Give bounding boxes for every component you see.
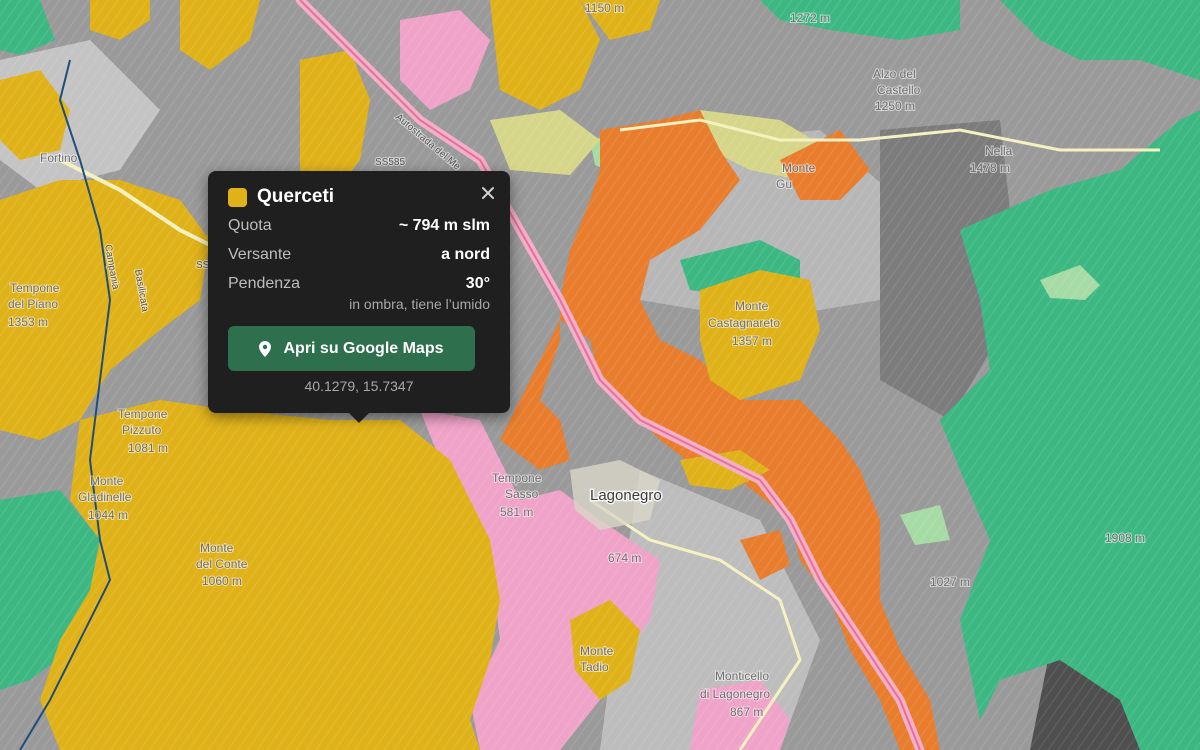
elevation-label: 1027 m — [930, 575, 970, 589]
popup-title: Querceti — [257, 186, 335, 207]
peak-label: Monte — [90, 474, 124, 488]
peak-label: Tempone — [10, 281, 60, 295]
peak-label: Castello — [877, 83, 921, 97]
peak-label: Alzo del — [873, 67, 916, 81]
peak-label: Monte — [200, 541, 234, 555]
elevation-label: 1060 m — [202, 574, 242, 588]
place-label: Monticello — [715, 669, 769, 683]
row-value: a nord — [441, 246, 490, 263]
peak-label: Pizzuto — [122, 423, 162, 437]
popup-header: Querceti — [228, 185, 490, 209]
slope-row: Pendenza 30° — [228, 272, 490, 296]
elevation-label: 1044 m — [88, 508, 128, 522]
elevation-label: 867 m — [730, 705, 763, 719]
peak-label: Nella — [985, 144, 1013, 158]
town-label: Lagonegro — [590, 487, 662, 504]
peak-label: del Conte — [196, 557, 248, 571]
row-label: Pendenza — [228, 275, 301, 292]
button-label: Apri su Google Maps — [283, 339, 444, 357]
elevation-label: 1908 m — [1105, 531, 1145, 545]
forest-map[interactable]: 1150 m 1272 m Alzo del Castello 1250 m M… — [0, 0, 1200, 750]
row-value: 30° — [465, 275, 490, 292]
forest-info-popup: Querceti Quota ~ 794 m slm Versante a no… — [208, 171, 510, 423]
popup-close-button[interactable] — [478, 183, 498, 203]
peak-label: Tempone — [492, 471, 542, 485]
place-label: Fortino — [40, 151, 78, 165]
peak-label: Sasso — [505, 487, 539, 501]
elevation-label: 1353 m — [8, 315, 48, 329]
peak-label: Tempone — [118, 407, 168, 421]
row-value: ~ 794 m slm — [398, 217, 490, 234]
close-icon — [482, 187, 494, 199]
open-google-maps-button[interactable]: Apri su Google Maps — [228, 326, 475, 371]
elevation-label: 1250 m — [875, 99, 915, 113]
elevation-label: 581 m — [500, 505, 533, 519]
elevation-label: 1478 m — [970, 161, 1010, 175]
altitude-row: Quota ~ 794 m slm — [228, 214, 490, 238]
row-label: Versante — [228, 246, 292, 263]
road-label: SS585 — [375, 157, 405, 168]
peak-label: Castagnareto — [708, 316, 780, 330]
elevation-label: 674 m — [608, 551, 641, 565]
aspect-row: Versante a nord — [228, 243, 490, 267]
peak-label: Monte — [735, 299, 769, 313]
peak-label: Monte — [782, 161, 816, 175]
place-label: di Lagonegro — [700, 687, 770, 701]
elevation-label: 1150 m — [585, 1, 624, 15]
elevation-label: 1272 m — [790, 11, 830, 25]
slope-note: in ombra, tiene l’umido — [349, 296, 490, 312]
row-label: Quota — [228, 217, 272, 234]
forest-type-swatch — [228, 187, 247, 207]
elevation-label: 1357 m — [732, 334, 772, 348]
peak-label: Tadio — [580, 660, 609, 674]
peak-label: del Piano — [8, 297, 58, 311]
peak-label: Monte — [580, 644, 614, 658]
elevation-label: 1081 m — [128, 441, 168, 455]
peak-label: Gu — [776, 177, 792, 191]
coordinates-text: 40.1279, 15.7347 — [304, 378, 414, 394]
peak-label: Gladinelle — [78, 490, 132, 504]
map-pin-icon — [259, 340, 272, 357]
